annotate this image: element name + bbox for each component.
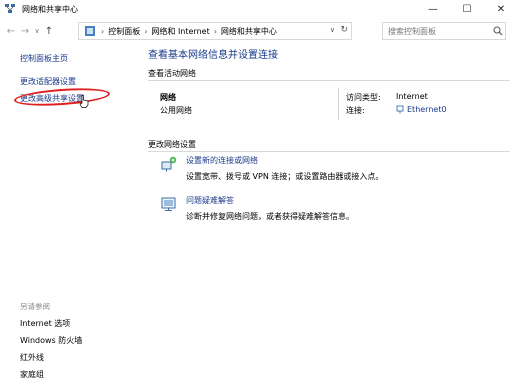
change-network-settings-heading: 更改网络设置	[148, 140, 196, 149]
window-controls: — ☐ ✕	[416, 0, 518, 18]
see-also-internet-options[interactable]: Internet 选项	[20, 318, 70, 329]
breadcrumb-network-sharing-center[interactable]: 网络和共享中心	[221, 26, 277, 37]
window-title: 网络和共享中心	[22, 4, 78, 14]
search-input[interactable]: 搜索控制面板	[388, 26, 491, 37]
access-type-label: 访问类型:	[346, 93, 381, 102]
back-button[interactable]: ←	[4, 22, 18, 40]
refresh-icon[interactable]: ↻	[340, 25, 348, 35]
ethernet-icon	[396, 105, 404, 114]
active-networks-heading: 查看活动网络	[148, 69, 196, 78]
page-title: 查看基本网络信息并设置连接	[148, 50, 278, 61]
ethernet-label[interactable]: Ethernet0	[407, 105, 447, 114]
network-name: 网络	[160, 93, 176, 102]
troubleshoot-description: 诊断并修复网络问题，或者获得疑难解答信息。	[186, 212, 354, 221]
breadcrumb-network-internet[interactable]: 网络和 Internet	[151, 26, 209, 37]
divider	[148, 151, 510, 152]
setup-connection-description: 设置宽带、拨号或 VPN 连接；或设置路由器或接入点。	[186, 172, 384, 181]
troubleshoot-link[interactable]: 问题疑难解答	[186, 195, 354, 206]
address-bar[interactable]: › 控制面板 › 网络和 Internet › 网络和共享中心 ∨ ↻	[78, 22, 352, 40]
main-content: 查看基本网络信息并设置连接 查看活动网络 网络 公用网络 访问类型: Inter…	[140, 42, 518, 388]
breadcrumb-control-panel[interactable]: 控制面板	[108, 26, 140, 37]
hand-cursor-icon	[79, 95, 89, 108]
see-also-infrared[interactable]: 红外线	[20, 352, 44, 363]
minimize-button[interactable]: —	[416, 0, 450, 18]
network-center-icon	[4, 3, 16, 15]
breadcrumb-separator: ›	[213, 26, 217, 36]
troubleshoot-icon	[161, 197, 176, 211]
address-dropdown-icon[interactable]: ∨	[330, 26, 335, 34]
sidebar-link-control-panel-home[interactable]: 控制面板主页	[20, 53, 68, 64]
divider	[338, 88, 339, 120]
search-icon[interactable]	[491, 26, 505, 36]
breadcrumb-separator: ›	[101, 26, 105, 36]
red-highlight-annotation	[13, 85, 111, 109]
see-also-windows-firewall[interactable]: Windows 防火墙	[20, 335, 82, 346]
recent-locations-dropdown[interactable]: ∨	[32, 22, 42, 40]
forward-button[interactable]: →	[18, 22, 32, 40]
network-type-link[interactable]: 公用网络	[160, 105, 192, 116]
ethernet-connection-link[interactable]: Ethernet0	[396, 105, 447, 114]
navigation-bar: ← → ∨ ↑ › 控制面板 › 网络和 Internet › 网络和共享中心 …	[0, 20, 518, 42]
search-box[interactable]: 搜索控制面板	[382, 22, 506, 40]
divider	[148, 80, 510, 81]
task-troubleshoot: 问题疑难解答 诊断并修复网络问题，或者获得疑难解答信息。	[160, 195, 354, 222]
sidebar-link-change-adapter-settings[interactable]: 更改适配器设置	[20, 76, 76, 87]
up-button[interactable]: ↑	[42, 22, 56, 40]
left-panel: 控制面板主页 更改适配器设置 更改高级共享设置 另请参阅 Internet 选项…	[0, 42, 140, 388]
see-also-homegroup[interactable]: 家庭组	[20, 369, 44, 380]
setup-connection-link[interactable]: 设置新的连接或网络	[186, 155, 383, 166]
maximize-button[interactable]: ☐	[450, 0, 484, 18]
task-setup-connection: 设置新的连接或网络 设置宽带、拨号或 VPN 连接；或设置路由器或接入点。	[160, 155, 383, 182]
close-button[interactable]: ✕	[484, 0, 518, 18]
see-also-heading: 另请参阅	[20, 302, 50, 311]
breadcrumb-separator: ›	[144, 26, 148, 36]
new-connection-icon	[161, 156, 177, 172]
access-type-value: Internet	[396, 92, 428, 101]
control-panel-icon	[83, 24, 97, 38]
title-bar: 网络和共享中心 — ☐ ✕	[0, 0, 518, 18]
connection-label: 连接:	[346, 106, 365, 115]
